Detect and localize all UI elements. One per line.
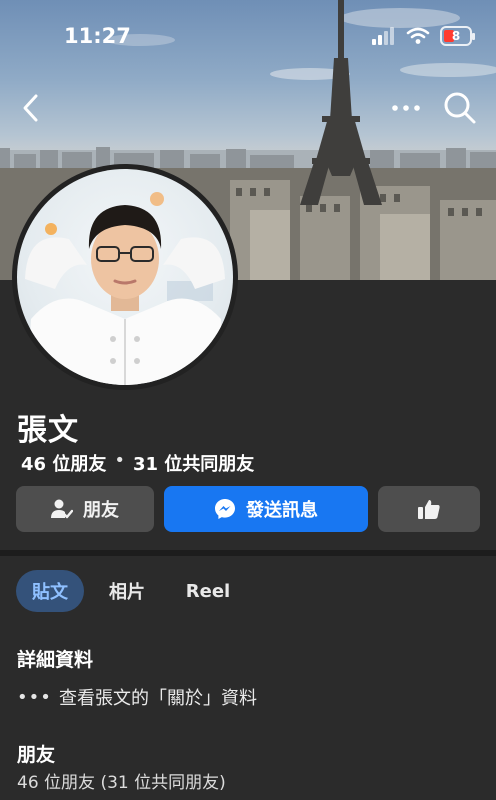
profile-picture-image [25,192,225,385]
thumbs-up-icon [418,500,440,519]
wifi-icon [406,27,430,44]
tab-posts[interactable]: 貼文 [16,570,84,612]
about-link[interactable]: ••• 查看張文的「關於」資料 [17,684,257,710]
send-message-button[interactable]: 發送訊息 [164,486,368,532]
messenger-icon [215,499,235,519]
separator-dot: • [114,450,125,471]
friends-button-label: 朋友 [83,500,119,521]
friends-section-title: 朋友 [17,744,56,766]
tab-photos[interactable]: 相片 [100,570,154,612]
person-check-icon [51,499,73,519]
profile-picture [17,169,233,385]
about-link-text: 查看張文的「關於」資料 [59,688,257,709]
status-icons: 8 [372,26,475,46]
friends-button[interactable]: 朋友 [16,486,154,532]
details-title: 詳細資料 [17,649,94,671]
section-divider [0,550,496,556]
mutual-friends-count[interactable]: 31 位共同朋友 [133,450,254,476]
friends-count[interactable]: 46 位朋友 [21,450,106,476]
battery-icon: 8 [440,26,475,46]
like-button[interactable] [378,486,480,532]
search-icon[interactable] [442,90,478,126]
friend-summary[interactable]: 46 位朋友 • 31 位共同朋友 [21,450,254,476]
status-time: 11:27 [64,24,131,48]
cellular-signal-icon [372,27,394,45]
friends-section-summary[interactable]: 46 位朋友 (31 位共同朋友) [17,768,226,793]
chevron-left-icon[interactable] [16,90,48,126]
more-dots-icon: ••• [17,686,52,708]
battery-level: 8 [451,29,461,43]
profile-name: 張文 [17,413,79,448]
more-horizontal-icon[interactable] [390,94,422,122]
send-message-label: 發送訊息 [246,500,318,521]
tab-reel[interactable]: Reel [178,570,238,612]
avatar[interactable] [12,164,238,390]
